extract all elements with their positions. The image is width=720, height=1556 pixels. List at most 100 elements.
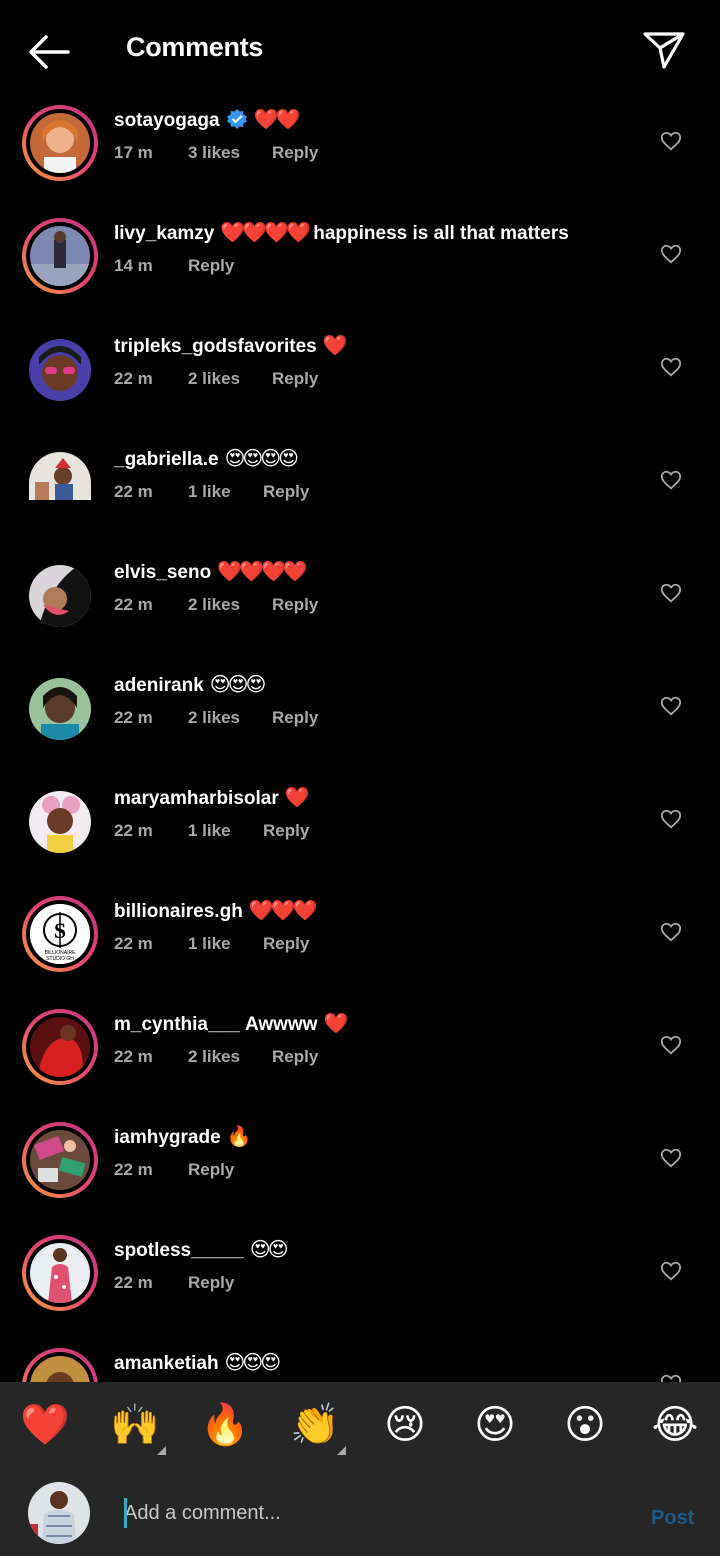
reply-button[interactable]: Reply <box>272 369 318 389</box>
comment-emoji: 😍😍😍 <box>209 674 267 696</box>
comment-row: iamhygrade 🔥 22 m Reply <box>0 1114 720 1227</box>
avatar[interactable] <box>22 331 98 407</box>
comment-likes[interactable]: 1 like <box>188 934 263 954</box>
emoji-heart-eyes-button[interactable]: 😍 <box>470 1400 520 1450</box>
emoji-crying-button[interactable]: 😢 <box>380 1400 430 1450</box>
username[interactable]: amanketiah <box>114 1353 219 1374</box>
comment-row: S BILLIONAIRE STUDIO GH billionaires.gh ❤️❤… <box>0 888 720 1001</box>
reply-button[interactable]: Reply <box>263 482 309 502</box>
heart-icon[interactable] <box>660 1373 682 1382</box>
comment-row: spotless_____ 😍😍 22 m Reply <box>0 1227 720 1340</box>
comment-row: maryamharbisolar ❤️ 22 m 1 like Reply <box>0 775 720 888</box>
post-button[interactable]: Post <box>651 1507 694 1530</box>
comment-emoji: ❤️❤️ <box>253 109 301 131</box>
comment-time: 22 m <box>114 1047 153 1066</box>
heart-icon[interactable] <box>660 582 682 604</box>
avatar[interactable] <box>22 1348 98 1382</box>
username[interactable]: livy_kamzy <box>114 223 214 244</box>
comment-row: elvis_seno ❤️❤️❤️❤️ 22 m 2 likes Reply <box>0 549 720 662</box>
emoji-laughing-button[interactable]: 😂 <box>650 1400 700 1450</box>
verified-badge-icon <box>226 109 247 129</box>
comment-likes[interactable]: 2 likes <box>188 1047 272 1067</box>
comment-time: 22 m <box>114 595 153 614</box>
emoji-fire-button[interactable]: 🔥 <box>200 1400 250 1450</box>
comment-emoji: ❤️ <box>284 787 310 809</box>
username[interactable]: adenirank <box>114 675 204 696</box>
emoji-clap-button[interactable]: 👏 <box>290 1400 340 1450</box>
reply-button[interactable]: Reply <box>263 934 309 954</box>
heart-icon[interactable] <box>660 469 682 491</box>
heart-icon[interactable] <box>660 1147 682 1169</box>
heart-icon[interactable] <box>660 808 682 830</box>
text-cursor <box>124 1498 127 1528</box>
avatar[interactable] <box>22 670 98 746</box>
heart-icon[interactable] <box>660 1260 682 1282</box>
username[interactable]: maryamharbisolar <box>114 788 279 809</box>
heart-icon[interactable] <box>660 130 682 152</box>
comment-emoji: 😍😍😍😍 <box>224 448 299 470</box>
heart-icon[interactable] <box>660 243 682 265</box>
emoji-raised-hands-button[interactable]: 🙌 <box>110 1400 160 1450</box>
comment-likes[interactable]: 2 likes <box>188 708 272 728</box>
comment-time: 17 m <box>114 143 153 162</box>
comment-likes[interactable]: 3 likes <box>188 143 272 163</box>
comment-likes[interactable]: 1 like <box>188 821 263 841</box>
avatar[interactable] <box>22 218 98 294</box>
username[interactable]: iamhygrade <box>114 1127 221 1148</box>
comment-row: tripleks_godsfavorites ❤️ 22 m 2 likes Repl… <box>0 323 720 436</box>
comment-input[interactable] <box>124 1496 604 1530</box>
comment-emoji: ❤️ <box>323 1013 348 1035</box>
reply-button[interactable]: Reply <box>188 1160 234 1180</box>
username[interactable]: billionaires.gh <box>114 901 243 922</box>
heart-icon[interactable] <box>660 356 682 378</box>
avatar[interactable] <box>22 105 98 181</box>
paper-plane-icon[interactable] <box>642 30 686 70</box>
comment-time: 22 m <box>114 1273 153 1292</box>
username[interactable]: sotayogaga <box>114 110 220 131</box>
comment-likes[interactable]: 2 likes <box>188 369 272 389</box>
reply-button[interactable]: Reply <box>272 595 318 615</box>
comment-time: 22 m <box>114 1160 153 1179</box>
quick-emoji-bar: ❤️ 🙌 🔥 👏 😢 😍 😮 😂 <box>0 1382 720 1470</box>
avatar[interactable] <box>22 1009 98 1085</box>
comment-emoji: 😍😍 <box>249 1239 289 1261</box>
avatar[interactable]: S BILLIONAIRE STUDIO GH <box>22 896 98 972</box>
comment-emoji: ❤️❤️❤️ <box>248 900 318 922</box>
reply-button[interactable]: Reply <box>188 256 234 276</box>
heart-icon[interactable] <box>660 1034 682 1056</box>
comment-text: Awwww <box>244 1014 318 1035</box>
skin-tone-indicator <box>157 1446 166 1455</box>
comment-time: 22 m <box>114 369 153 388</box>
comment-list: sotayogaga ❤️❤️ 17 m3 likes Reply livy_kam… <box>0 97 720 1382</box>
arrow-left-icon[interactable] <box>26 32 72 72</box>
comment-emoji: 😍😍😍 <box>224 1352 282 1374</box>
username[interactable]: tripleks_godsfavorites <box>114 336 317 357</box>
avatar[interactable] <box>22 1235 98 1311</box>
comment-emoji: ❤️❤️❤️❤️ <box>220 222 311 244</box>
skin-tone-indicator <box>337 1446 346 1455</box>
header: Comments <box>0 0 720 100</box>
comment-likes[interactable]: 2 likes <box>188 595 272 615</box>
emoji-heart-button[interactable]: ❤️ <box>20 1400 70 1450</box>
username[interactable]: elvis_seno <box>114 562 211 583</box>
reply-button[interactable]: Reply <box>263 821 309 841</box>
username[interactable]: _gabriella.e <box>114 449 219 470</box>
avatar[interactable] <box>22 1122 98 1198</box>
heart-icon[interactable] <box>660 695 682 717</box>
reply-button[interactable]: Reply <box>272 1047 318 1067</box>
avatar[interactable] <box>22 783 98 859</box>
comment-composer: Post <box>0 1470 720 1556</box>
avatar[interactable] <box>22 557 98 633</box>
avatar[interactable] <box>22 444 98 520</box>
comment-time: 22 m <box>114 934 153 953</box>
comment-text: happiness is all that matters <box>313 223 569 244</box>
emoji-surprised-button[interactable]: 😮 <box>560 1400 610 1450</box>
comment-emoji: ❤️❤️❤️❤️ <box>217 561 308 583</box>
reply-button[interactable]: Reply <box>272 143 318 163</box>
reply-button[interactable]: Reply <box>188 1273 234 1293</box>
comment-likes[interactable]: 1 like <box>188 482 263 502</box>
username[interactable]: spotless_____ <box>114 1240 244 1261</box>
username[interactable]: m_cynthia___ <box>114 1014 240 1035</box>
reply-button[interactable]: Reply <box>272 708 318 728</box>
heart-icon[interactable] <box>660 921 682 943</box>
